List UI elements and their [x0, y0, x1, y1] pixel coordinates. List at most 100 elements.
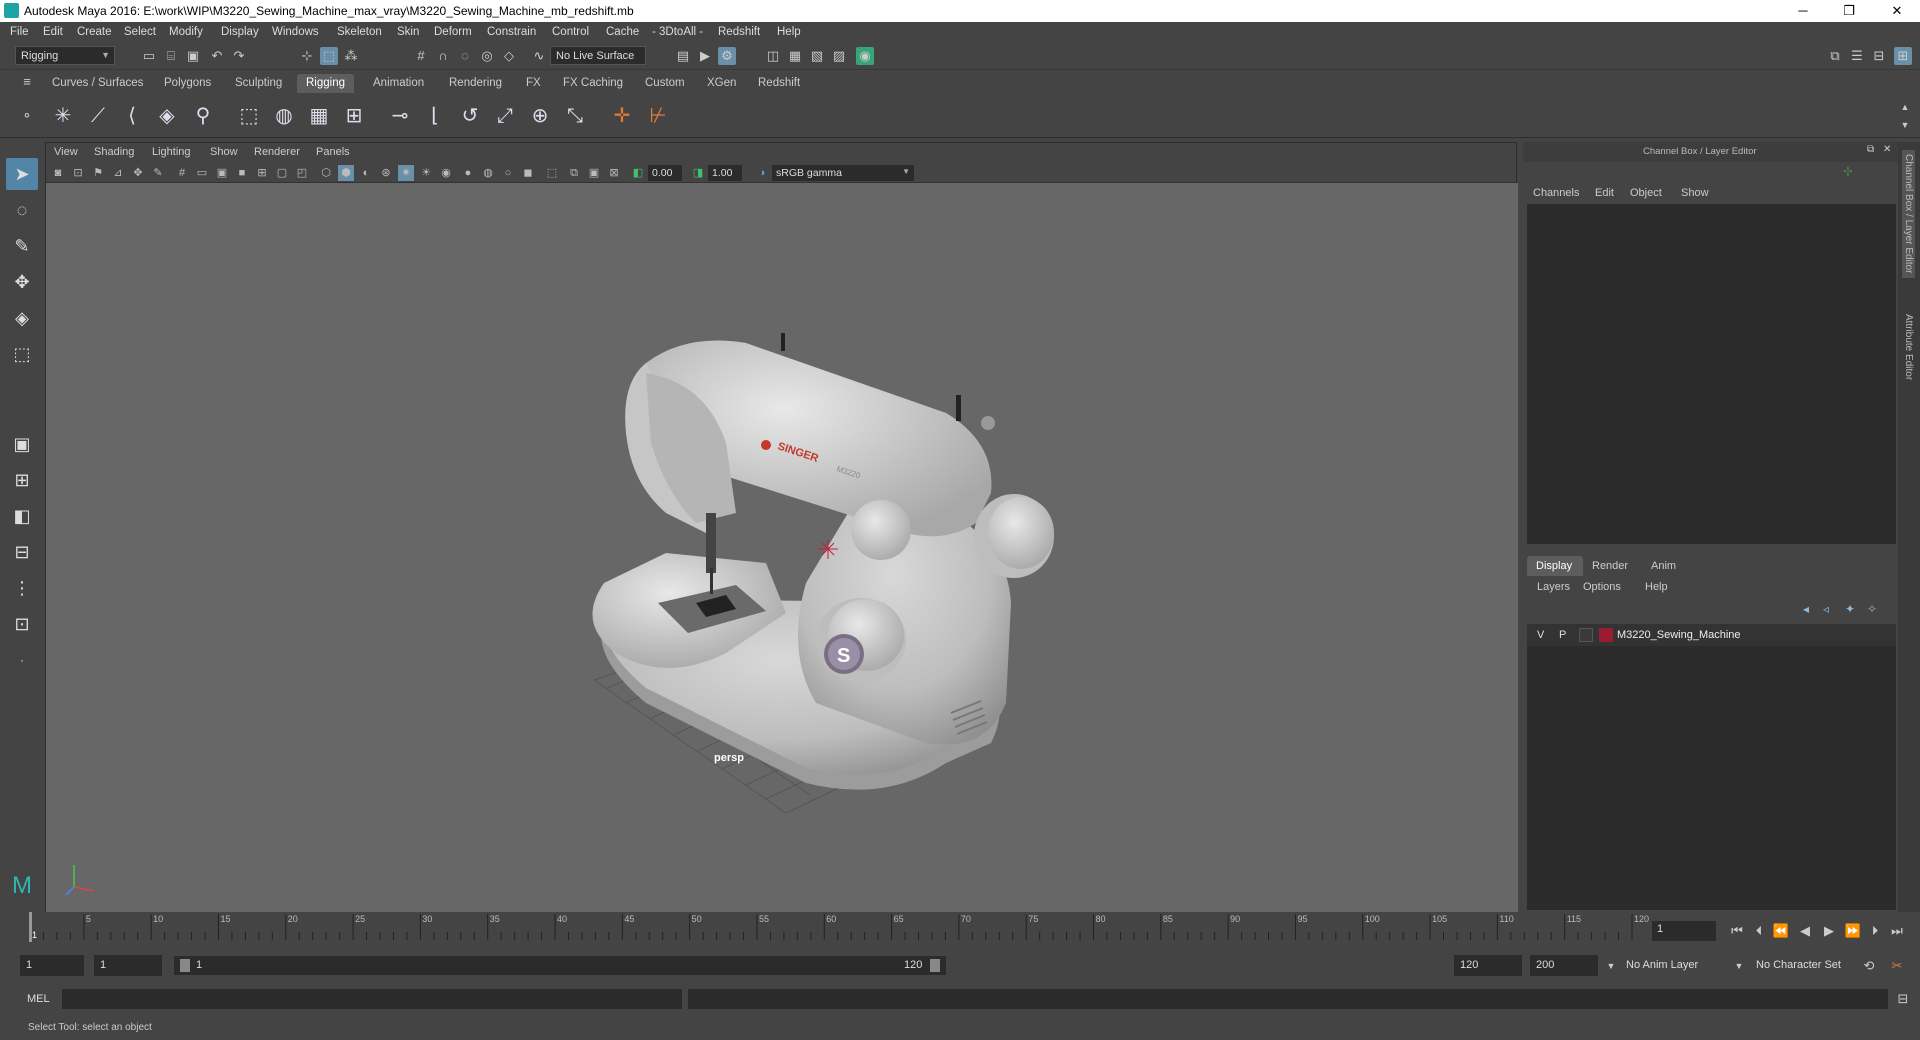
script-editor-icon[interactable]: ⊟ [1894, 990, 1912, 1008]
select-hierarchy-icon[interactable]: ⊹ [298, 47, 316, 65]
mel-input[interactable] [62, 989, 682, 1009]
viewport-menu-renderer[interactable]: Renderer [254, 146, 300, 158]
layers-menu[interactable]: Layers [1537, 581, 1570, 593]
render-view-icon[interactable]: ▦ [786, 47, 804, 65]
wireframe-icon[interactable]: ⬡ [318, 165, 334, 181]
view-transform-dropdown[interactable]: sRGB gamma ▼ [772, 165, 914, 181]
hypershade-layout-icon[interactable]: ⊡ [6, 608, 38, 640]
tab-fx[interactable]: FX [517, 74, 550, 93]
bookmark-icon[interactable]: ⚑ [90, 165, 106, 181]
menu-create[interactable]: Create [77, 26, 112, 38]
restore-button[interactable]: ❐ [1826, 0, 1872, 22]
tab-fx-caching[interactable]: FX Caching [554, 74, 632, 93]
live-surface-field[interactable]: No Live Surface [550, 46, 646, 65]
layer-color-swatch[interactable] [1599, 628, 1613, 642]
shadows-icon[interactable]: ☀ [418, 165, 434, 181]
open-scene-icon[interactable]: ⌸ [162, 47, 180, 65]
step-back-key-icon[interactable]: ⏪ [1772, 922, 1790, 940]
redshift-rv-icon[interactable]: ◉ [856, 47, 874, 65]
tab-anim[interactable]: Anim [1651, 560, 1676, 572]
menu-modify[interactable]: Modify [169, 26, 203, 38]
current-frame-field[interactable]: 1 [1652, 921, 1716, 941]
move-tool-icon[interactable]: ✥ [6, 266, 38, 298]
mel-label[interactable]: MEL [27, 993, 50, 1005]
ik-spline-icon[interactable]: ⟨ [117, 101, 147, 131]
select-object-icon[interactable]: ⬚ [320, 47, 338, 65]
tab-animation[interactable]: Animation [364, 74, 433, 93]
channel-object-menu[interactable]: Object [1630, 187, 1662, 199]
tab-xgen[interactable]: XGen [698, 74, 745, 93]
shelf-scroll-down-icon[interactable]: ▼ [1896, 116, 1914, 134]
smooth-shade-icon[interactable]: ⬢ [338, 165, 354, 181]
smooth-bind-icon[interactable]: ◍ [269, 101, 299, 131]
tab-sculpting[interactable]: Sculpting [226, 74, 291, 93]
isolate-select-icon[interactable]: ◼ [520, 165, 536, 181]
layer-visibility-toggle[interactable]: V [1537, 629, 1544, 641]
tool-settings-icon[interactable]: ⊟ [1870, 47, 1888, 65]
range-end-handle[interactable] [930, 959, 940, 972]
snap-grid-icon[interactable]: # [412, 47, 430, 65]
viewport-menu-lighting[interactable]: Lighting [152, 146, 191, 158]
channel-list[interactable] [1527, 204, 1896, 544]
tab-curves-surfaces[interactable]: Curves / Surfaces [43, 74, 152, 93]
channels-menu[interactable]: Channels [1533, 187, 1579, 199]
grease-pencil-icon[interactable]: ✎ [150, 165, 166, 181]
scale-constraint-icon[interactable]: ⤢ [490, 101, 520, 131]
tab-display[interactable]: Display [1527, 556, 1583, 576]
channel-edit-menu[interactable]: Edit [1595, 187, 1614, 199]
tab-rigging[interactable]: Rigging [297, 74, 354, 93]
snap-point-icon[interactable]: ◌ [456, 47, 474, 65]
new-layer-selected-icon[interactable]: ✧ [1867, 602, 1877, 616]
play-forwards-icon[interactable]: ▶ [1820, 922, 1838, 940]
animation-start-field[interactable]: 1 [20, 955, 84, 976]
layer-type-toggle[interactable] [1579, 628, 1593, 642]
textured-icon[interactable]: ⊛ [378, 165, 394, 181]
undo-icon[interactable]: ↶ [208, 47, 226, 65]
outliner-layout-icon[interactable]: ⋮ [6, 572, 38, 604]
shelf-options-icon[interactable]: ⚬ [18, 107, 36, 125]
attribute-editor-icon[interactable]: ☰ [1848, 47, 1866, 65]
render-region-icon[interactable]: ▧ [808, 47, 826, 65]
lattice-icon[interactable]: ▦ [304, 101, 334, 131]
rotate-tool-icon[interactable]: ◈ [6, 302, 38, 334]
humanik-icon[interactable]: ⚲ [188, 101, 218, 131]
menu-cache[interactable]: Cache [606, 26, 639, 38]
motion-blur-icon[interactable]: ● [460, 165, 476, 181]
help-menu[interactable]: Help [1645, 581, 1668, 593]
paint-select-icon[interactable]: ✎ [6, 230, 38, 262]
ik-handle-icon[interactable]: ⟋ [83, 101, 113, 131]
xray-icon[interactable]: ⬚ [544, 165, 560, 181]
ambient-occlusion-icon[interactable]: ◉ [438, 165, 454, 181]
grid-icon[interactable]: # [174, 165, 190, 181]
move-layer-up-icon[interactable]: ◂ [1803, 602, 1809, 616]
xray-joints-icon[interactable]: ⧉ [566, 165, 582, 181]
modeling-toolkit-icon[interactable]: ⧉ [1826, 47, 1844, 65]
ipr-render-icon[interactable]: ▶ [696, 47, 714, 65]
persp-graph-layout-icon[interactable]: ⊟ [6, 536, 38, 568]
save-scene-icon[interactable]: ▣ [184, 47, 202, 65]
current-time-marker[interactable] [29, 912, 32, 942]
step-forward-frame-icon[interactable]: ⏵ [1866, 922, 1884, 940]
safe-action-icon[interactable]: ▢ [274, 165, 290, 181]
close-panel-icon[interactable]: ✕ [1883, 144, 1891, 155]
new-scene-icon[interactable]: ▭ [140, 47, 158, 65]
mirror-joint-icon[interactable]: ◈ [152, 101, 182, 131]
viewport-menu-panels[interactable]: Panels [316, 146, 350, 158]
axis-toggle-icon[interactable]: ⊹ [1843, 164, 1883, 180]
camera-attributes-icon[interactable]: ⊡ [70, 165, 86, 181]
select-tool-icon[interactable]: ➤ [6, 158, 38, 190]
orient-constraint-icon[interactable]: ↺ [455, 101, 485, 131]
two-d-pan-icon[interactable]: ✥ [130, 165, 146, 181]
step-forward-key-icon[interactable]: ⏩ [1844, 922, 1862, 940]
viewport-menu-view[interactable]: View [54, 146, 78, 158]
field-chart-icon[interactable]: ⊞ [254, 165, 270, 181]
cluster-icon[interactable]: ⊞ [339, 101, 369, 131]
render-frame-icon[interactable]: ▤ [674, 47, 692, 65]
viewport-menu-shading[interactable]: Shading [94, 146, 134, 158]
lights-icon[interactable]: ✷ [398, 165, 414, 181]
viewport-menu-show[interactable]: Show [210, 146, 238, 158]
menu-select[interactable]: Select [124, 26, 156, 38]
tab-custom[interactable]: Custom [636, 74, 694, 93]
bind-skin-icon[interactable]: ⬚ [234, 101, 264, 131]
playback-start-field[interactable]: 1 [94, 955, 162, 976]
